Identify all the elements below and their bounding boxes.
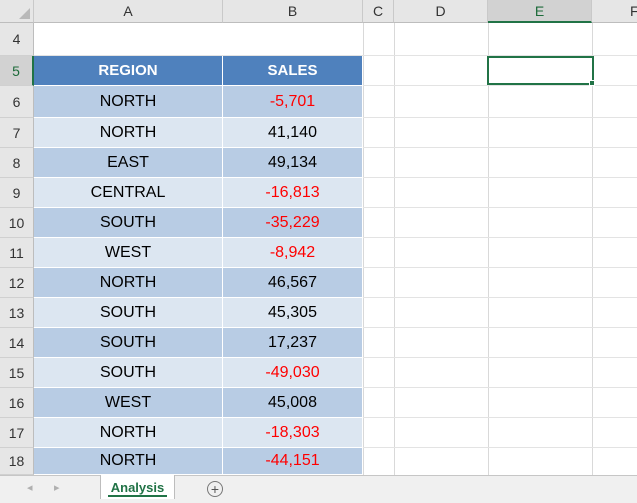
- region-cell[interactable]: EAST: [34, 148, 223, 178]
- region-cell[interactable]: NORTH: [34, 86, 223, 118]
- active-tab-underline: [108, 495, 167, 497]
- region-cell[interactable]: NORTH: [34, 418, 223, 448]
- region-cell[interactable]: SOUTH: [34, 358, 223, 388]
- gridline: [394, 23, 395, 475]
- column-header-c[interactable]: C: [363, 0, 394, 23]
- column-header-f[interactable]: F: [592, 0, 637, 23]
- column-header-e[interactable]: E: [488, 0, 592, 23]
- row-header-14[interactable]: 14: [0, 328, 34, 358]
- sales-cell[interactable]: -49,030: [223, 358, 363, 388]
- sales-cell[interactable]: 49,134: [223, 148, 363, 178]
- row-header-12[interactable]: 12: [0, 268, 34, 298]
- select-all-triangle-icon: [19, 8, 30, 19]
- add-sheet-icon[interactable]: +: [207, 481, 223, 497]
- row-header-7[interactable]: 7: [0, 118, 34, 148]
- region-cell[interactable]: WEST: [34, 238, 223, 268]
- region-cell[interactable]: NORTH: [34, 268, 223, 298]
- header-cell-region[interactable]: REGION: [34, 56, 223, 86]
- region-cell[interactable]: SOUTH: [34, 328, 223, 358]
- row-header-9[interactable]: 9: [0, 178, 34, 208]
- region-cell[interactable]: NORTH: [34, 118, 223, 148]
- column-header-b[interactable]: B: [223, 0, 363, 23]
- gridline: [488, 23, 489, 475]
- sheet-tab-bar: [0, 475, 637, 503]
- fill-handle[interactable]: [589, 80, 595, 86]
- sales-cell[interactable]: -5,701: [223, 86, 363, 118]
- gridline: [592, 23, 593, 475]
- prev-sheet-icon[interactable]: ◂: [27, 481, 33, 494]
- region-cell[interactable]: SOUTH: [34, 208, 223, 238]
- sales-cell[interactable]: -8,942: [223, 238, 363, 268]
- select-all-corner[interactable]: [0, 0, 34, 23]
- region-cell[interactable]: NORTH: [34, 448, 223, 475]
- row-header-8[interactable]: 8: [0, 148, 34, 178]
- row-header-4[interactable]: 4: [0, 23, 34, 56]
- column-header-d[interactable]: D: [394, 0, 488, 23]
- row-header-6[interactable]: 6: [0, 86, 34, 118]
- next-sheet-icon[interactable]: ▸: [54, 481, 60, 494]
- region-cell[interactable]: WEST: [34, 388, 223, 418]
- row-header-5[interactable]: 5: [0, 56, 34, 86]
- sales-cell[interactable]: 46,567: [223, 268, 363, 298]
- gridline: [363, 23, 364, 475]
- sales-cell[interactable]: 41,140: [223, 118, 363, 148]
- sales-cell[interactable]: 45,008: [223, 388, 363, 418]
- region-cell[interactable]: CENTRAL: [34, 178, 223, 208]
- column-header-a[interactable]: A: [34, 0, 223, 23]
- sales-cell[interactable]: -18,303: [223, 418, 363, 448]
- region-cell[interactable]: SOUTH: [34, 298, 223, 328]
- row-header-10[interactable]: 10: [0, 208, 34, 238]
- header-cell-sales[interactable]: SALES: [223, 56, 363, 86]
- selected-cell-e5[interactable]: [487, 56, 594, 85]
- row-header-13[interactable]: 13: [0, 298, 34, 328]
- row-header-15[interactable]: 15: [0, 358, 34, 388]
- row-header-16[interactable]: 16: [0, 388, 34, 418]
- sales-cell[interactable]: -35,229: [223, 208, 363, 238]
- sales-cell[interactable]: -44,151: [223, 448, 363, 475]
- row-header-17[interactable]: 17: [0, 418, 34, 448]
- row-header-18[interactable]: 18: [0, 448, 34, 475]
- sales-cell[interactable]: 17,237: [223, 328, 363, 358]
- row-header-11[interactable]: 11: [0, 238, 34, 268]
- sales-cell[interactable]: 45,305: [223, 298, 363, 328]
- sales-cell[interactable]: -16,813: [223, 178, 363, 208]
